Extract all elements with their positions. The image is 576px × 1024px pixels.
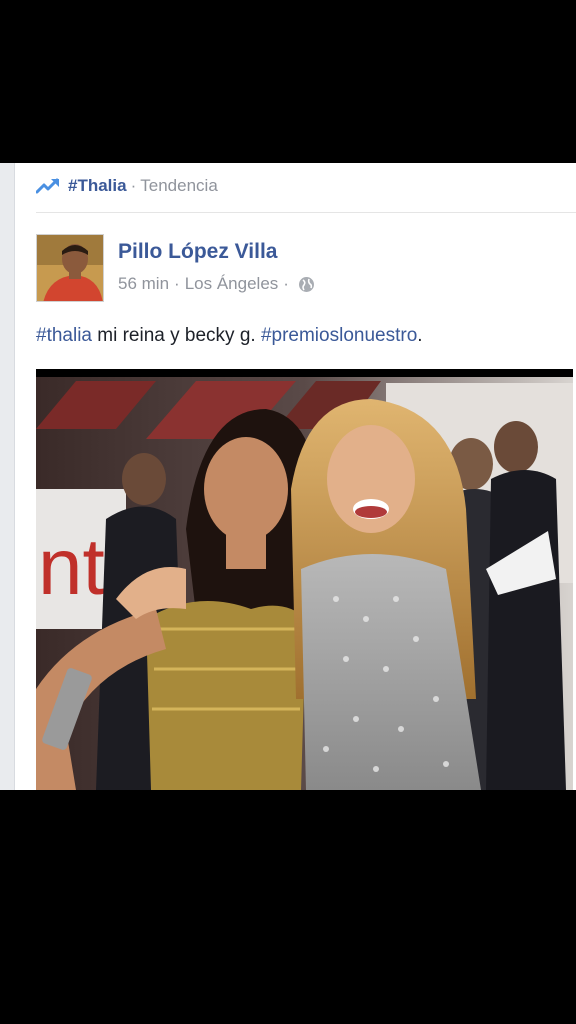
- meta-separator-2: ·: [283, 274, 289, 293]
- post-photo[interactable]: nt: [36, 369, 573, 790]
- post-photo-image: nt: [36, 369, 573, 790]
- meta-separator: ·: [174, 274, 180, 293]
- post-text: #thalia mi reina y becky g. #premioslonu…: [36, 325, 423, 347]
- hashtag-link-thalia[interactable]: #thalia: [36, 325, 92, 346]
- post-text-middle: mi reina y becky g.: [92, 325, 261, 346]
- author-name-link[interactable]: Pillo López Villa: [118, 240, 277, 264]
- divider: [36, 212, 576, 213]
- post-card: #Thalia · Tendencia Pillo López Villa 56…: [0, 163, 576, 790]
- avatar-image: [37, 235, 103, 301]
- trending-icon: [36, 178, 59, 194]
- post-meta: 56 min · Los Ángeles ·: [118, 274, 315, 294]
- left-strip: [0, 163, 15, 790]
- avatar[interactable]: [36, 234, 104, 302]
- trending-label: Tendencia: [140, 176, 218, 195]
- globe-icon[interactable]: [298, 276, 315, 293]
- post-text-end: .: [417, 325, 423, 346]
- trending-separator: ·: [130, 176, 137, 195]
- trending-header[interactable]: #Thalia · Tendencia: [36, 173, 218, 199]
- trending-hashtag-link[interactable]: #Thalia: [68, 176, 127, 196]
- post-time[interactable]: 56 min: [118, 274, 169, 294]
- hashtag-link-premios[interactable]: #premioslonuestro: [261, 325, 417, 346]
- post-location[interactable]: Los Ángeles: [185, 274, 279, 294]
- svg-text:nt: nt: [38, 522, 105, 611]
